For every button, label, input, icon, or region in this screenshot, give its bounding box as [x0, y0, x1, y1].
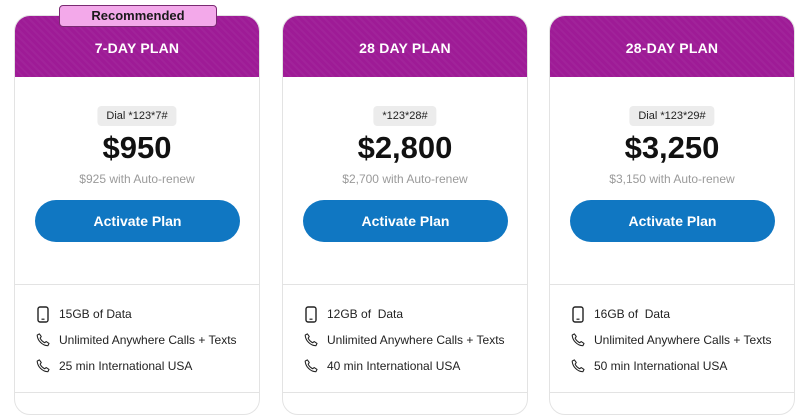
feature-text: 16GB of Data: [594, 307, 671, 321]
phone-icon: [35, 305, 51, 323]
feature-text: 25 min International USA: [59, 359, 193, 373]
plan-price: $2,800: [357, 130, 453, 165]
plan-title: 28 DAY PLAN: [359, 39, 451, 56]
feature-item-data: 12GB of Data: [283, 301, 527, 327]
plan-header: 28 DAY PLAN: [283, 16, 527, 77]
call-icon: [35, 357, 51, 375]
feature-item-calls: Unlimited Anywhere Calls + Texts: [283, 327, 527, 353]
call-icon: [303, 357, 319, 375]
feature-item-international: 50 min International USA: [550, 353, 794, 379]
feature-item-international: 25 min International USA: [15, 353, 259, 379]
feature-text: 50 min International USA: [594, 359, 728, 373]
call-icon: [303, 331, 319, 349]
feature-item-international: 40 min International USA: [283, 353, 527, 379]
plan-header: 28-DAY PLAN: [550, 16, 794, 77]
plan-card-7-day: 7-DAY PLAN Dial *123*7# $950 $925 with A…: [14, 15, 260, 415]
feature-list: 16GB of Data Unlimited Anywhere Calls + …: [550, 285, 794, 393]
call-icon: [35, 331, 51, 349]
phone-icon: [570, 305, 586, 323]
feature-text: Unlimited Anywhere Calls + Texts: [327, 333, 505, 347]
feature-text: 15GB of Data: [59, 307, 132, 321]
plan-title: 28-DAY PLAN: [625, 39, 719, 56]
call-icon: [570, 331, 586, 349]
feature-text: 12GB of Data: [327, 307, 404, 321]
dial-code-badge: Dial *123*7#: [97, 106, 177, 126]
feature-text: Unlimited Anywhere Calls + Texts: [59, 333, 237, 347]
feature-item-calls: Unlimited Anywhere Calls + Texts: [550, 327, 794, 353]
feature-list: 12GB of Data Unlimited Anywhere Calls + …: [283, 285, 527, 393]
recommended-badge: Recommended: [59, 5, 217, 27]
activate-plan-button[interactable]: Activate Plan: [303, 200, 508, 242]
plans-grid: Recommended 7-DAY PLAN Dial *123*7# $950…: [0, 0, 800, 415]
auto-renew-price: $925 with Auto-renew: [79, 172, 195, 186]
plan-price: $3,250: [624, 130, 720, 165]
activate-plan-button[interactable]: Activate Plan: [570, 200, 775, 242]
phone-icon: [303, 305, 319, 323]
price-section: *123*28# $2,800 $2,700 with Auto-renew A…: [283, 77, 527, 285]
plan-card-28-day: 28 DAY PLAN *123*28# $2,800 $2,700 with …: [282, 15, 528, 415]
feature-item-data: 15GB of Data: [15, 301, 259, 327]
activate-plan-button[interactable]: Activate Plan: [35, 200, 240, 242]
plan-title: 7-DAY PLAN: [94, 39, 180, 56]
auto-renew-price: $3,150 with Auto-renew: [609, 172, 735, 186]
plan-price: $950: [102, 130, 172, 165]
plan-card-28-day-alt: 28-DAY PLAN Dial *123*29# $3,250 $3,150 …: [549, 15, 795, 415]
dial-code-badge: *123*28#: [373, 106, 437, 126]
feature-item-data: 16GB of Data: [550, 301, 794, 327]
feature-text: 40 min International USA: [327, 359, 461, 373]
dial-code-badge: Dial *123*29#: [629, 106, 715, 126]
feature-list: 15GB of Data Unlimited Anywhere Calls + …: [15, 285, 259, 393]
price-section: Dial *123*7# $950 $925 with Auto-renew A…: [15, 77, 259, 285]
feature-text: Unlimited Anywhere Calls + Texts: [594, 333, 772, 347]
price-section: Dial *123*29# $3,250 $3,150 with Auto-re…: [550, 77, 794, 285]
auto-renew-price: $2,700 with Auto-renew: [342, 172, 468, 186]
call-icon: [570, 357, 586, 375]
feature-item-calls: Unlimited Anywhere Calls + Texts: [15, 327, 259, 353]
